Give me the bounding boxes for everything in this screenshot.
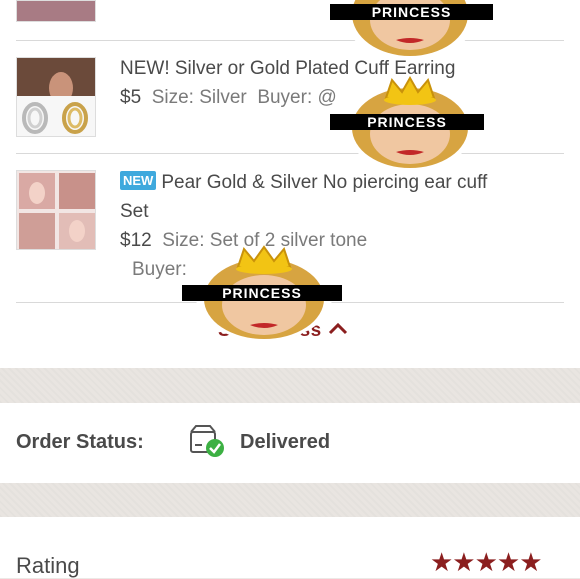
item-size-value: Silver xyxy=(199,87,247,108)
section-separator xyxy=(0,368,580,403)
previous-item-thumbnail[interactable] xyxy=(16,0,96,22)
rating-card: Rating ★★★★★ xyxy=(0,517,580,578)
item-buyer-label: Buyer: xyxy=(257,87,313,108)
ear-cuff-photo-icon xyxy=(17,171,95,249)
item-size-label: Size: xyxy=(151,87,194,108)
item-title[interactable]: NEW Pear Gold & Silver No piercing ear cu… xyxy=(120,169,487,197)
item-thumbnail-ear-cuff[interactable] xyxy=(16,170,96,250)
princess-sticker: PRINCESS xyxy=(330,0,495,65)
order-status-card: Order Status: Delivered xyxy=(0,403,580,483)
rating-label: Rating xyxy=(16,553,80,578)
order-status-value: Delivered xyxy=(240,431,331,453)
item-thumbnail-cuff-earring[interactable] xyxy=(16,57,96,137)
item-title-line2[interactable]: Set xyxy=(120,198,149,226)
item-price: $12 xyxy=(120,230,152,251)
earring-photo-icon xyxy=(17,58,95,136)
rating-stars: ★★★★★ xyxy=(430,547,543,577)
section-separator xyxy=(0,483,580,517)
item-price: $5 xyxy=(120,87,142,108)
new-badge: NEW xyxy=(120,171,157,190)
order-status-label: Order Status: xyxy=(16,431,144,453)
sticker-label: PRINCESS xyxy=(367,114,447,130)
princess-sticker: PRINCESS xyxy=(330,75,486,173)
item-buyer-label: Buyer: xyxy=(132,259,187,280)
item-buyer: Buyer: xyxy=(132,256,187,284)
item-title-text[interactable]: Pear Gold & Silver No piercing ear cuff xyxy=(161,172,487,193)
order-items-card: NEW! Silver or Gold Plated Cuff Earring … xyxy=(0,0,580,368)
package-delivered-icon xyxy=(190,425,224,457)
sticker-label: PRINCESS xyxy=(222,285,302,301)
princess-sticker: PRINCESS xyxy=(182,245,344,346)
sticker-label: PRINCESS xyxy=(371,4,452,20)
item-meta: $5 Size: Silver Buyer: @ xyxy=(120,84,337,112)
